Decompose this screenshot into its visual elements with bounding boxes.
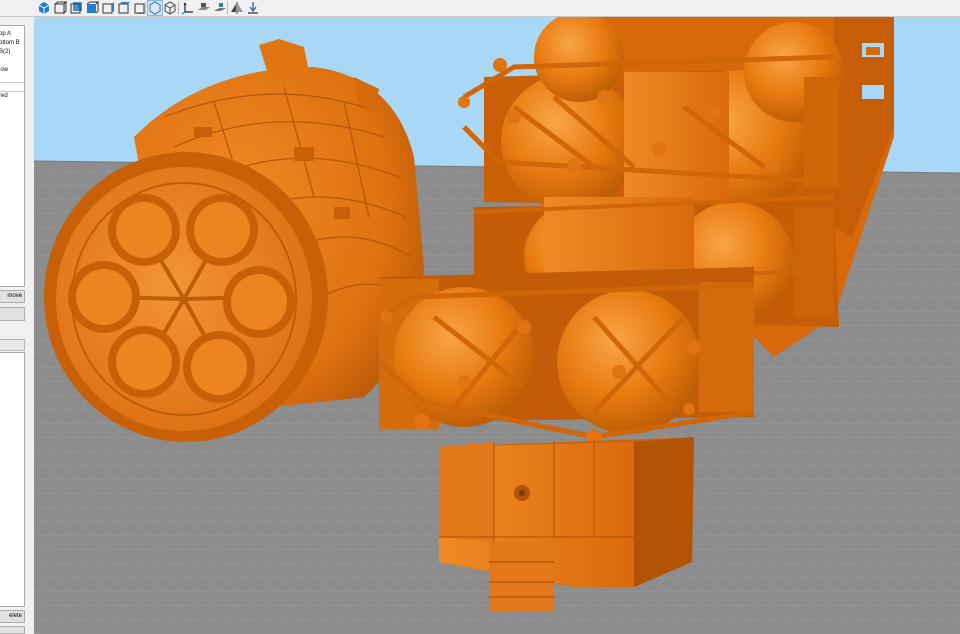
front-tank-cluster [377, 267, 755, 445]
blank-button[interactable] [0, 307, 25, 321]
scene [34, 17, 960, 634]
toolbar-separator [145, 2, 146, 14]
view-right-button[interactable] [101, 1, 115, 15]
toolbar-separator [227, 2, 228, 14]
mirror-button[interactable] [230, 1, 244, 15]
mirror-icon [231, 2, 243, 14]
hull-window-frame [866, 47, 880, 55]
layflat-button[interactable] [213, 1, 227, 15]
list-row-divider [0, 82, 24, 92]
view-back-icon [70, 2, 82, 14]
build-plate-icon [198, 3, 210, 10]
axes-button[interactable] [181, 1, 195, 15]
layflat-icon [214, 3, 226, 11]
panel-bottom-button[interactable] [0, 626, 25, 634]
barrel-hatch [294, 147, 314, 161]
list-item[interactable]: B(2) [0, 48, 10, 56]
3d-viewport[interactable] [34, 17, 960, 634]
wireframe-icon [164, 1, 176, 15]
view-front-icon [54, 1, 67, 15]
remove-button[interactable]: move [0, 290, 25, 303]
build-plate-button[interactable] [197, 1, 211, 15]
view-left-icon [86, 1, 99, 14]
object-panel: op A ottom B B(2) low red move elete [0, 17, 35, 634]
view-back-button[interactable] [69, 1, 83, 15]
list-item[interactable]: op A [0, 30, 11, 38]
wireframe-button[interactable] [163, 1, 177, 15]
view-toolbar [0, 0, 960, 17]
view-left-button[interactable] [85, 1, 99, 15]
object-list[interactable]: op A ottom B B(2) low red [0, 25, 25, 287]
perspective-icon [149, 1, 161, 15]
list-item[interactable]: ottom B [0, 39, 20, 47]
barrel-hatch [334, 207, 350, 219]
panel-section-header [0, 339, 25, 351]
toolbar-separator [178, 2, 179, 14]
view-iso-icon [38, 2, 50, 14]
layer-list[interactable] [0, 352, 25, 607]
list-item[interactable]: low [0, 66, 8, 74]
view-right-icon [102, 2, 114, 14]
hull-window [862, 85, 884, 99]
delete-button[interactable]: elete [0, 610, 25, 623]
drop-to-plate-icon [248, 2, 258, 14]
view-iso-button[interactable] [37, 1, 51, 15]
barrel-hatch [194, 127, 212, 137]
drop-to-plate-button[interactable] [246, 1, 260, 15]
axes-icon [181, 2, 193, 15]
view-front-button[interactable] [53, 1, 67, 15]
view-top-icon [118, 2, 130, 14]
list-item[interactable]: red [0, 92, 8, 100]
view-top-button[interactable] [117, 1, 131, 15]
perspective-button[interactable] [147, 0, 163, 16]
